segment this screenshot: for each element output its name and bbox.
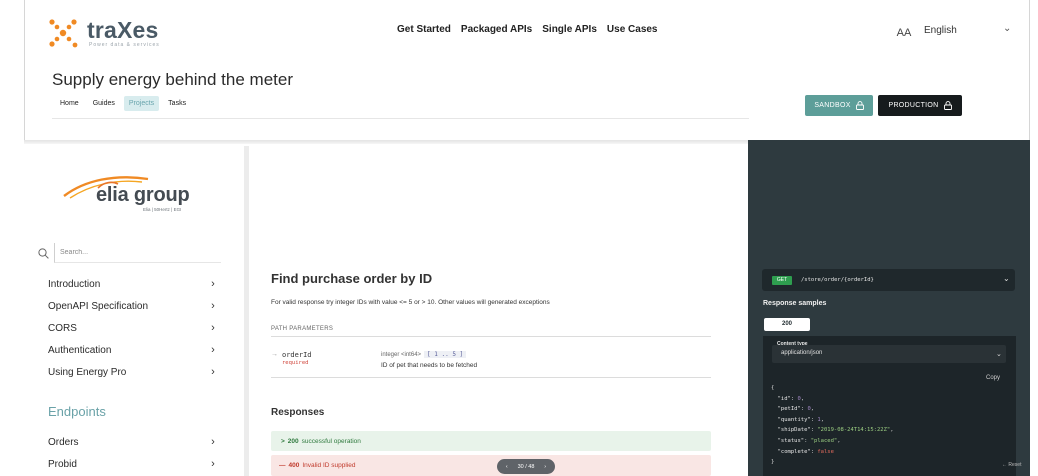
tab-tasks[interactable]: Tasks (163, 96, 191, 111)
param-type: integer <int64>[ 1 .. 5 ] (381, 351, 467, 358)
sidebar-item-label: Probid (48, 458, 77, 470)
json-id: 0 (797, 395, 801, 402)
chevron-right-icon: › (211, 300, 215, 312)
sidebar-item-label: CORS (48, 322, 77, 334)
sidebar-search (38, 243, 221, 263)
path-params-label: PATH PARAMETERS (271, 326, 334, 332)
collapse-icon: — (279, 462, 286, 469)
response-200-row[interactable]: > 200 successful operation (271, 431, 711, 451)
sidebar-item-label: Authentication (48, 344, 112, 356)
sidebar-item-label: Using Energy Pro (48, 366, 127, 378)
param-required: required (282, 360, 309, 366)
chevron-right-icon: › (211, 458, 215, 470)
nav-get-started[interactable]: Get Started (397, 24, 451, 35)
chevron-right-icon[interactable]: › (544, 464, 546, 470)
chevron-down-icon[interactable]: ⌄ (1003, 274, 1010, 283)
param-name: orderId (282, 351, 312, 359)
sidebar-item-cors[interactable]: CORS › (48, 320, 218, 336)
brand-name: traXes (87, 17, 159, 43)
json-status: "placed" (810, 437, 838, 444)
content-type-value: application/json (781, 350, 823, 356)
sidebar-item-label: Introduction (48, 278, 101, 290)
json-petid: 0 (807, 406, 811, 413)
endpoints-heading: Endpoints (48, 404, 106, 419)
endpoint-selector[interactable] (762, 269, 1015, 291)
production-button[interactable]: PRODUCTION (878, 95, 962, 116)
param-range: [ 1 .. 5 ] (424, 351, 467, 358)
page-title: Supply energy behind the meter (52, 70, 293, 89)
json-sample: { "id": 0, "petId": 0, "quantity": 1, "s… (771, 385, 894, 466)
window-frame (24, 0, 1030, 8)
status-tab-200[interactable]: 200 (764, 318, 810, 331)
divider (271, 336, 711, 337)
chevron-right-icon: › (211, 322, 215, 334)
operation-title: Find purchase order by ID (271, 271, 433, 286)
operation-description: For valid response try integer IDs with … (271, 299, 550, 306)
brand-tagline: Power data & services (89, 42, 160, 48)
response-code: 400 (288, 462, 300, 469)
chevron-right-icon: › (211, 366, 215, 378)
page-navigator: ‹ 30 / 48 › (497, 459, 555, 474)
brand-logo[interactable]: traXes Power data & services (47, 16, 160, 50)
sidebar-item-label: OpenAPI Specification (48, 300, 149, 312)
endpoint-path: /store/order/{orderId} (801, 277, 874, 283)
tab-projects[interactable]: Projects (123, 96, 160, 111)
sidebar-resize-handle[interactable] (244, 146, 249, 476)
user-avatar[interactable]: AA (892, 23, 916, 43)
nav-use-cases[interactable]: Use Cases (607, 24, 658, 35)
response-400-row[interactable]: — 400 Invalid ID supplied (271, 455, 711, 476)
org-name: elia group (96, 184, 190, 206)
tree-branch-icon: → (271, 351, 278, 358)
sidebar-item-authentication[interactable]: Authentication › (48, 342, 218, 358)
sidebar-item-using-energy-pro[interactable]: Using Energy Pro › (48, 364, 218, 380)
page-indicator: 30 / 48 (517, 463, 535, 470)
search-icon (38, 248, 49, 259)
chevron-right-icon: › (211, 344, 215, 356)
sidebar-item-label: Orders (48, 436, 79, 448)
param-description: ID of pet that needs to be fetched (381, 362, 478, 369)
response-samples-title: Response samples (763, 300, 827, 307)
traxes-logo-icon (47, 16, 81, 50)
operation-content (252, 144, 748, 476)
sandbox-label: SANDBOX (814, 102, 851, 109)
tab-guides[interactable]: Guides (88, 96, 120, 111)
project-tabs: Home Guides Projects Tasks (55, 96, 191, 111)
sidebar-item-openapi[interactable]: OpenAPI Specification › (48, 298, 218, 314)
chevron-right-icon: › (211, 436, 215, 448)
responses-title: Responses (271, 407, 325, 418)
sidebar-item-probid[interactable]: Probid › (48, 456, 218, 472)
copy-button[interactable]: Copy (986, 375, 1000, 381)
language-selector[interactable]: English (924, 25, 957, 36)
tabs-divider (52, 118, 749, 119)
sidebar-item-orders[interactable]: Orders › (48, 434, 218, 450)
nav-packaged-apis[interactable]: Packaged APIs (461, 24, 532, 35)
chevron-down-icon[interactable]: ⌄ (1003, 23, 1011, 34)
json-complete: false (817, 448, 834, 455)
nav-single-apis[interactable]: Single APIs (542, 24, 597, 35)
chevron-left-icon[interactable]: ‹ (506, 464, 508, 470)
json-quantity: 1 (817, 416, 821, 423)
chevron-right-icon: › (211, 278, 215, 290)
response-code: 200 (287, 437, 299, 445)
reset-hint[interactable]: ← Reset (1002, 462, 1021, 468)
json-shipdate: "2019-08-24T14:15:22Z" (817, 427, 891, 434)
lock-icon (943, 101, 952, 110)
org-subtitle: Elia | 50Hertz | EGI (143, 207, 182, 212)
production-label: PRODUCTION (888, 102, 939, 109)
chevron-down-icon[interactable]: ⌄ (996, 350, 1002, 358)
http-method-badge: GET (772, 276, 792, 285)
tab-home[interactable]: Home (55, 96, 84, 111)
sandbox-button[interactable]: SANDBOX (805, 95, 873, 116)
expand-icon: > (281, 437, 285, 445)
search-input[interactable] (54, 243, 221, 263)
divider (271, 377, 711, 378)
reset-label: Reset (1008, 462, 1022, 468)
response-text: Invalid ID supplied (302, 462, 356, 469)
response-text: successful operation (301, 437, 361, 445)
top-header: traXes Power data & services Get Started… (24, 8, 1030, 140)
top-nav: Get Started Packaged APIs Single APIs Us… (397, 24, 658, 35)
lock-icon (855, 101, 864, 110)
param-type-text: integer <int64> (381, 352, 422, 358)
sidebar-item-introduction[interactable]: Introduction › (48, 276, 218, 292)
